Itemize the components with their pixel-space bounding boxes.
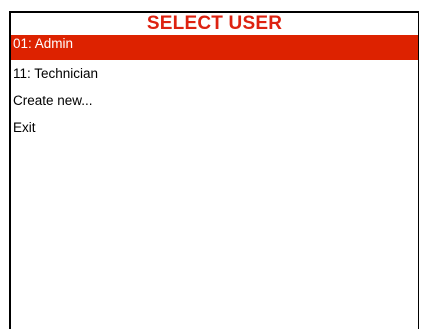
exit-item[interactable]: Exit — [11, 116, 418, 143]
user-item-technician[interactable]: 11: Technician — [11, 62, 418, 89]
user-item-admin[interactable]: 01: Admin — [11, 35, 418, 60]
user-list: 01: Admin 11: Technician Create new... E… — [11, 35, 418, 143]
select-user-dialog: SELECT USER 01: Admin 11: Technician Cre… — [9, 11, 419, 329]
dialog-title: SELECT USER — [146, 13, 283, 34]
create-new-user-item[interactable]: Create new... — [11, 89, 418, 116]
